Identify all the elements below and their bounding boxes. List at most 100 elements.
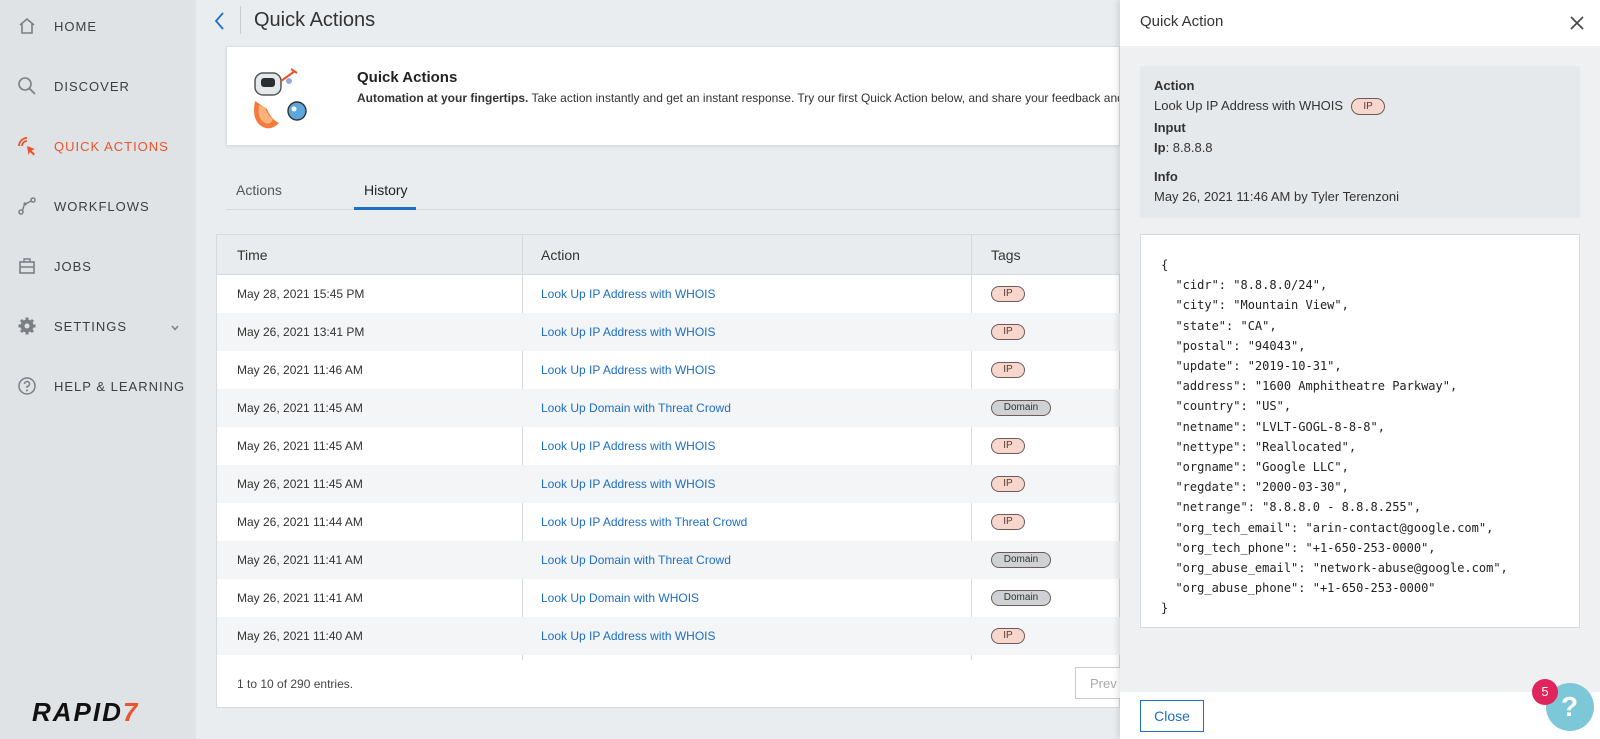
domain-tag: Domain — [991, 590, 1051, 606]
ip-tag: IP — [991, 286, 1025, 302]
cell-time: May 26, 2021 11:45 AM — [237, 401, 363, 415]
banner-description: Automation at your fingertips. Take acti… — [357, 91, 1119, 105]
back-button[interactable] — [210, 10, 230, 32]
input-value: Ip: 8.8.8.8 — [1154, 140, 1213, 155]
cell-time: May 26, 2021 11:41 AM — [237, 553, 363, 567]
banner-title: Quick Actions — [357, 69, 458, 86]
table-row: May 26, 2021 11:46 AM Look Up IP Address … — [217, 351, 1121, 389]
ip-tag: IP — [991, 628, 1025, 644]
sidebar-item-label: HELP & LEARNING — [54, 378, 186, 394]
cell-action-link[interactable]: Look Up IP Address with WHOIS — [541, 477, 716, 491]
json-line: "postal": "94043", — [1161, 338, 1306, 353]
search-icon — [16, 75, 38, 97]
json-line: "org_abuse_phone": "+1-650-253-0000" — [1161, 581, 1436, 596]
cell-time: May 26, 2021 11:41 AM — [237, 591, 363, 605]
main-content: Quick Actions Quick Actions Automation a… — [196, 0, 1135, 739]
cell-time: May 26, 2021 11:46 AM — [237, 363, 363, 377]
json-line: "org_tech_phone": "+1-650-253-0000", — [1161, 540, 1436, 555]
chevron-left-icon — [214, 12, 224, 30]
sidebar-item-label: DISCOVER — [54, 78, 130, 94]
cell-action-link[interactable]: Look Up Domain with Threat Crowd — [541, 553, 731, 567]
cell-action-link[interactable]: Look Up IP Address with WHOIS — [541, 439, 716, 453]
table-row: May 26, 2021 13:41 PM Look Up IP Address … — [217, 313, 1121, 351]
sidebar: HOME DISCOVER QUICK ACTIONS WORKFLOWS JO… — [0, 0, 196, 739]
sidebar-item-settings[interactable]: SETTINGS — [0, 306, 196, 346]
cell-time: May 26, 2021 11:45 AM — [237, 477, 363, 491]
cell-action-link[interactable]: Look Up IP Address with WHOIS — [541, 325, 716, 339]
sidebar-item-label: QUICK ACTIONS — [54, 138, 169, 154]
table-row: May 26, 2021 11:45 AM Look Up Domain with… — [217, 389, 1121, 427]
sidebar-item-discover[interactable]: DISCOVER — [0, 66, 196, 106]
notification-badge: 5 — [1532, 679, 1558, 705]
ip-tag: IP — [1351, 98, 1386, 116]
sidebar-item-help-learning[interactable]: HELP & LEARNING — [0, 366, 196, 406]
help-question-icon: ? — [1561, 691, 1579, 722]
sidebar-item-label: WORKFLOWS — [54, 198, 150, 214]
sidebar-item-home[interactable]: HOME — [0, 6, 196, 46]
info-label: Info — [1154, 169, 1178, 184]
history-table: Time Action Tags May 28, 2021 15:45 PM Lo… — [216, 234, 1135, 708]
sidebar-item-label: JOBS — [54, 258, 92, 274]
cell-action-link[interactable]: Look Up Domain with WHOIS — [541, 591, 699, 605]
ip-tag: IP — [991, 476, 1025, 492]
json-line: "netrange": "8.8.8.0 - 8.8.8.255", — [1161, 500, 1422, 515]
cell-time: May 26, 2021 11:44 AM — [237, 515, 363, 529]
json-line: "nettype": "Reallocated", — [1161, 439, 1357, 454]
action-info-card: Action Look Up IP Address with WHOIS IP I… — [1140, 66, 1580, 218]
json-line: "org_abuse_email": "network-abuse@google… — [1161, 561, 1508, 576]
drawer-title: Quick Action — [1140, 13, 1224, 30]
json-line: "state": "CA", — [1161, 318, 1277, 333]
json-line: "update": "2019-10-31", — [1161, 359, 1342, 374]
json-line: "org_tech_email": "arin-contact@google.c… — [1161, 520, 1494, 535]
json-line: "cidr": "8.8.8.0/24", — [1161, 278, 1328, 293]
chevron-down-icon — [170, 320, 180, 338]
quick-action-drawer: Quick Action Action Look Up IP Address w… — [1120, 0, 1600, 739]
column-header-action[interactable]: Action — [541, 247, 580, 263]
drawer-body: Action Look Up IP Address with WHOIS IP I… — [1120, 46, 1600, 692]
tab-actions[interactable]: Actions — [236, 182, 282, 198]
sidebar-item-quick-actions[interactable]: QUICK ACTIONS — [0, 126, 196, 166]
table-row: May 26, 2021 11:44 AM Look Up IP Address … — [217, 503, 1121, 541]
ip-tag: IP — [991, 514, 1025, 530]
table-row: May 26, 2021 11:45 AM Look Up IP Address … — [217, 427, 1121, 465]
close-icon[interactable] — [1568, 14, 1586, 32]
sidebar-item-label: HOME — [54, 18, 97, 34]
column-header-tags[interactable]: Tags — [991, 247, 1021, 263]
rapid7-logo: RAPID7 — [32, 697, 140, 727]
cell-action-link[interactable]: Look Up IP Address with WHOIS — [541, 629, 716, 643]
table-row: May 26, 2021 11:41 AM Look Up Domain with… — [217, 541, 1121, 579]
tab-bar: Actions History — [226, 172, 1120, 210]
domain-tag: Domain — [991, 552, 1051, 568]
close-button[interactable]: Close — [1140, 700, 1204, 732]
column-header-time[interactable]: Time — [237, 247, 268, 263]
json-line: "orgname": "Google LLC", — [1161, 460, 1349, 475]
sidebar-item-workflows[interactable]: WORKFLOWS — [0, 186, 196, 226]
domain-tag: Domain — [991, 400, 1051, 416]
cell-action-link[interactable]: Look Up Domain with Threat Crowd — [541, 401, 731, 415]
ip-tag: IP — [991, 438, 1025, 454]
cell-action-link[interactable]: Look Up IP Address with WHOIS — [541, 287, 716, 301]
sidebar-item-jobs[interactable]: JOBS — [0, 246, 196, 286]
json-line: } — [1161, 601, 1169, 616]
drawer-header: Quick Action — [1120, 0, 1600, 46]
workflow-icon — [16, 195, 38, 217]
ip-tag: IP — [991, 324, 1025, 340]
cell-action-link[interactable]: Look Up IP Address with Threat Crowd — [541, 515, 747, 529]
cell-time: May 28, 2021 15:45 PM — [237, 287, 365, 301]
table-row: May 26, 2021 11:45 AM Look Up IP Address … — [217, 465, 1121, 503]
cell-time: May 26, 2021 11:45 AM — [237, 439, 363, 453]
page-title: Quick Actions — [254, 9, 376, 31]
active-tab-indicator — [354, 207, 416, 210]
table-row: May 28, 2021 15:45 PM Look Up IP Address … — [217, 275, 1121, 313]
action-value: Look Up IP Address with WHOIS IP — [1154, 98, 1386, 116]
sidebar-item-label: SETTINGS — [54, 318, 128, 334]
briefcase-icon — [16, 255, 38, 277]
tab-history[interactable]: History — [364, 182, 408, 198]
topbar: Quick Actions — [196, 0, 1120, 42]
table-row: May 26, 2021 11:40 AM Look Up IP Address … — [217, 617, 1121, 655]
cell-action-link[interactable]: Look Up IP Address with WHOIS — [541, 363, 716, 377]
json-line: "city": "Mountain View", — [1161, 298, 1349, 313]
intro-banner: Quick Actions Automation at your fingert… — [226, 46, 1120, 146]
action-label: Action — [1154, 78, 1195, 93]
cell-time: May 26, 2021 13:41 PM — [237, 325, 365, 339]
